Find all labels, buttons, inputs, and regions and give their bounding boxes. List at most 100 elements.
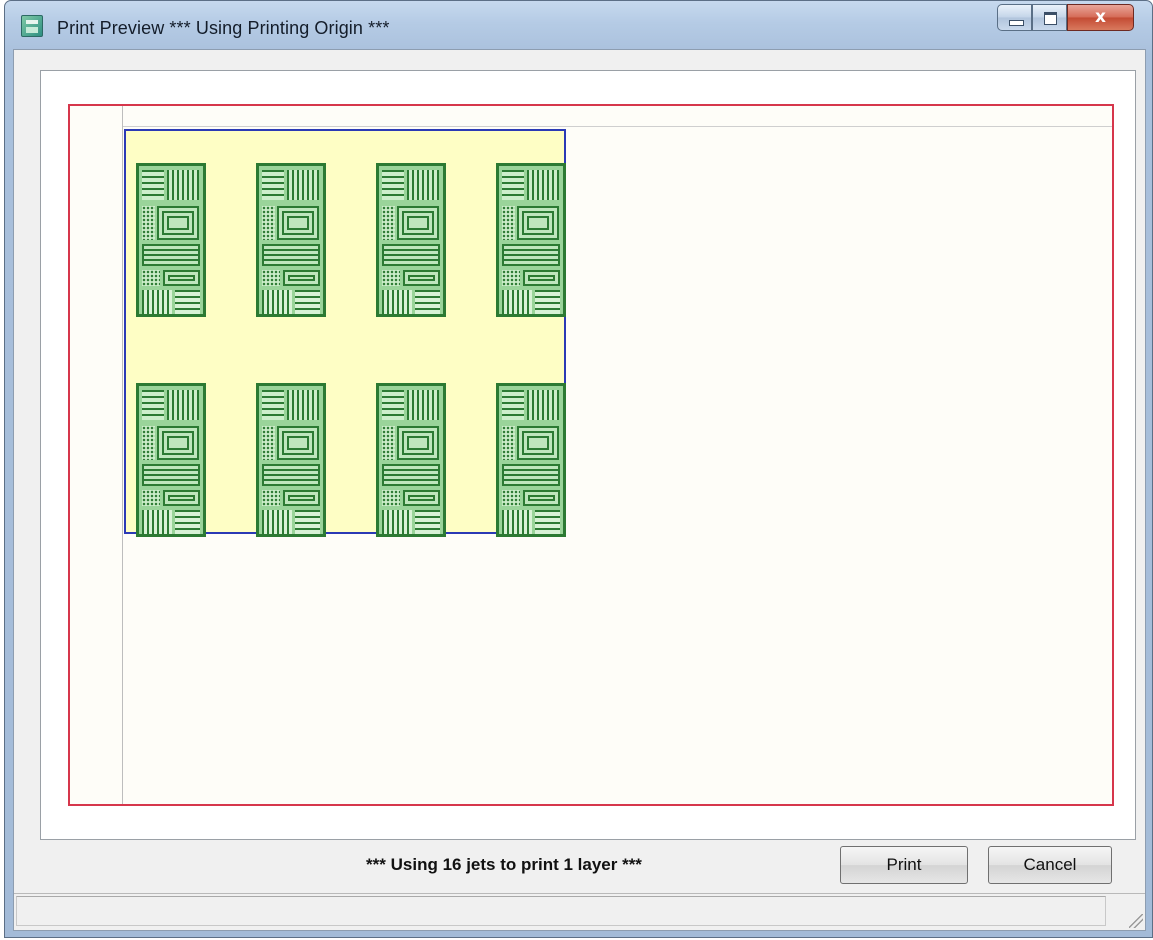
page-boundary — [68, 104, 1114, 806]
cancel-button[interactable]: Cancel — [988, 846, 1112, 884]
pcb-trace-pattern — [142, 290, 172, 314]
pcb-trace-pattern — [382, 290, 412, 314]
pcb-trace-pattern — [415, 290, 440, 314]
status-pane — [16, 896, 1106, 926]
pcb-trace-pattern — [262, 390, 284, 420]
pcb-trace-pattern — [502, 170, 524, 200]
maximize-icon — [1044, 12, 1057, 25]
pcb-trace-pattern — [527, 390, 559, 420]
pcb-trace-pattern — [382, 390, 404, 420]
pcb-trace-pattern — [382, 270, 400, 286]
pcb-trace-pattern — [407, 390, 439, 420]
minimize-button[interactable] — [997, 4, 1032, 31]
pcb-trace-pattern — [502, 390, 524, 420]
pcb-trace-pattern — [163, 270, 200, 286]
pcb-trace-pattern — [397, 206, 439, 240]
pcb-trace-pattern — [262, 426, 275, 460]
pcb-trace-pattern — [175, 290, 200, 314]
pcb-trace-pattern — [167, 390, 199, 420]
preview-canvas[interactable] — [40, 70, 1136, 840]
pcb-board-thumbnail — [136, 383, 206, 537]
pcb-trace-pattern — [527, 170, 559, 200]
pcb-trace-pattern — [382, 206, 395, 240]
pcb-trace-pattern — [142, 426, 155, 460]
jets-status-message: *** Using 16 jets to print 1 layer *** — [366, 855, 642, 874]
pcb-trace-pattern — [382, 510, 412, 534]
pcb-trace-pattern — [502, 290, 532, 314]
minimize-icon — [1009, 20, 1024, 26]
resize-grip-icon[interactable] — [1129, 914, 1143, 928]
pcb-board-thumbnail — [496, 163, 566, 317]
pcb-trace-pattern — [502, 270, 520, 286]
print-button[interactable]: Print — [840, 846, 968, 884]
pcb-trace-pattern — [142, 490, 160, 506]
print-preview-window: Print Preview *** Using Printing Origin … — [4, 0, 1153, 938]
pcb-trace-pattern — [403, 270, 440, 286]
pcb-trace-pattern — [535, 290, 560, 314]
pcb-trace-pattern — [517, 426, 559, 460]
pcb-trace-pattern — [502, 490, 520, 506]
pcb-board-thumbnail — [136, 163, 206, 317]
pcb-trace-pattern — [502, 510, 532, 534]
client-area: *** Using 16 jets to print 1 layer *** P… — [13, 49, 1146, 931]
title-bar[interactable]: Print Preview *** Using Printing Origin … — [5, 1, 1152, 49]
pcb-board-thumbnail — [256, 163, 326, 317]
pcb-trace-pattern — [502, 244, 560, 266]
pcb-trace-pattern — [523, 270, 560, 286]
pcb-board-thumbnail — [496, 383, 566, 537]
app-icon[interactable] — [21, 15, 43, 37]
close-icon: x — [1095, 7, 1106, 27]
maximize-button[interactable] — [1032, 4, 1067, 31]
pcb-trace-pattern — [403, 490, 440, 506]
margin-guide-horizontal — [122, 126, 1112, 127]
pcb-trace-pattern — [262, 464, 320, 486]
pcb-board-thumbnail — [376, 383, 446, 537]
pcb-trace-pattern — [142, 170, 164, 200]
pcb-trace-pattern — [502, 426, 515, 460]
pcb-trace-pattern — [287, 390, 319, 420]
pcb-board-thumbnail — [256, 383, 326, 537]
pcb-trace-pattern — [167, 170, 199, 200]
pcb-trace-pattern — [415, 510, 440, 534]
pcb-trace-pattern — [287, 170, 319, 200]
pcb-trace-pattern — [142, 464, 200, 486]
pcb-trace-pattern — [262, 270, 280, 286]
pcb-trace-pattern — [142, 206, 155, 240]
pcb-trace-pattern — [535, 510, 560, 534]
pcb-trace-pattern — [142, 270, 160, 286]
window-title: Print Preview *** Using Printing Origin … — [57, 18, 390, 38]
margin-guide-vertical — [122, 106, 123, 804]
pcb-trace-pattern — [157, 426, 199, 460]
pcb-trace-pattern — [397, 426, 439, 460]
pcb-trace-pattern — [262, 206, 275, 240]
pcb-trace-pattern — [283, 490, 320, 506]
pcb-trace-pattern — [157, 206, 199, 240]
pcb-trace-pattern — [142, 510, 172, 534]
pcb-trace-pattern — [262, 170, 284, 200]
pcb-trace-pattern — [295, 510, 320, 534]
pcb-trace-pattern — [142, 244, 200, 266]
pcb-trace-pattern — [382, 426, 395, 460]
pcb-trace-pattern — [262, 290, 292, 314]
status-bar — [14, 893, 1145, 930]
pcb-trace-pattern — [523, 490, 560, 506]
pcb-trace-pattern — [283, 270, 320, 286]
pcb-trace-pattern — [262, 490, 280, 506]
pcb-trace-pattern — [382, 244, 440, 266]
caption-buttons: x — [997, 4, 1134, 31]
pcb-trace-pattern — [502, 464, 560, 486]
pcb-trace-pattern — [502, 206, 515, 240]
pcb-trace-pattern — [295, 290, 320, 314]
pcb-trace-pattern — [262, 244, 320, 266]
pcb-trace-pattern — [142, 390, 164, 420]
pcb-trace-pattern — [382, 170, 404, 200]
print-origin-area — [124, 129, 566, 537]
pcb-trace-pattern — [407, 170, 439, 200]
pcb-board-thumbnail — [376, 163, 446, 317]
pcb-trace-pattern — [382, 490, 400, 506]
pcb-trace-pattern — [175, 510, 200, 534]
pcb-trace-pattern — [277, 426, 319, 460]
pcb-trace-pattern — [277, 206, 319, 240]
close-button[interactable]: x — [1067, 4, 1134, 31]
pcb-trace-pattern — [382, 464, 440, 486]
